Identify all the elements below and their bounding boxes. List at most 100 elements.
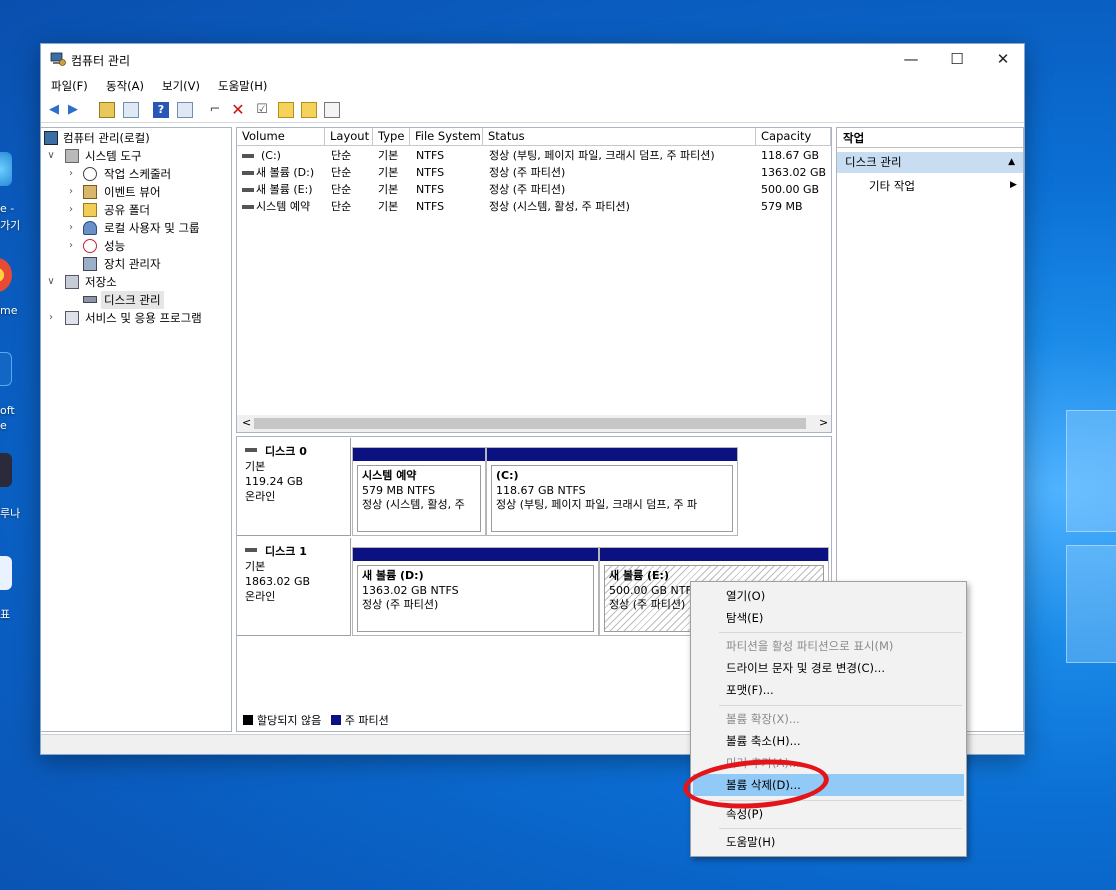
menu-item-format[interactable]: 포맷(F)... <box>693 679 964 701</box>
column-header-layout[interactable]: Layout <box>325 128 373 146</box>
desktop-icon-chrome[interactable] <box>0 258 12 292</box>
tree-item-label: 작업 스케줄러 <box>104 167 172 181</box>
disk-state: 온라인 <box>245 490 276 503</box>
volume-type: 기본 <box>378 200 399 213</box>
menu-item-change-drive-letter[interactable]: 드라이브 문자 및 경로 변경(C)... <box>693 657 964 679</box>
chevron-right-icon[interactable]: › <box>66 165 76 183</box>
up-folder-icon[interactable] <box>99 102 115 118</box>
menu-separator <box>719 632 962 633</box>
chevron-right-icon[interactable]: › <box>66 237 76 255</box>
column-header-type[interactable]: Type <box>373 128 410 146</box>
title-bar[interactable]: 컴퓨터 관리 — ☐ ✕ <box>41 44 1024 75</box>
partition-name: 새 볼륨 (D:) <box>362 569 424 582</box>
menu-item-explore[interactable]: 탐색(E) <box>693 607 964 629</box>
chevron-down-icon[interactable]: ∨ <box>46 147 56 165</box>
search-folder-icon[interactable] <box>301 102 317 118</box>
volume-row[interactable]: (C:) 단순 기본 NTFS 정상 (부팅, 페이지 파일, 크래시 덤프, … <box>237 147 831 164</box>
desktop-icon-file[interactable] <box>0 556 12 590</box>
desktop-icon-app[interactable] <box>0 453 12 487</box>
volume-layout: 단순 <box>331 166 352 179</box>
maximize-button[interactable]: ☐ <box>934 44 980 75</box>
performance-icon <box>83 239 97 253</box>
menu-action[interactable]: 동작(A) <box>106 78 144 94</box>
column-header-capacity[interactable]: Capacity <box>756 128 831 146</box>
disk-0-label[interactable]: 디스크 0 기본 119.24 GB 온라인 <box>237 438 351 536</box>
tree-root-label: 컴퓨터 관리(로컬) <box>63 131 150 145</box>
actions-more-label: 기타 작업 <box>869 179 915 193</box>
menu-separator <box>719 828 962 829</box>
drive-icon <box>242 154 254 158</box>
folder-up-icon[interactable] <box>278 102 294 118</box>
partition-status: 정상 (부팅, 페이지 파일, 크래시 덤프, 주 파 <box>496 498 698 511</box>
chevron-right-icon[interactable]: › <box>46 309 56 327</box>
column-header-file-system[interactable]: File System <box>410 128 483 146</box>
volume-capacity: 1363.02 GB <box>761 166 827 179</box>
back-arrow-icon[interactable]: ◀ <box>46 102 62 118</box>
chevron-right-icon[interactable]: › <box>66 201 76 219</box>
menu-item-open[interactable]: 열기(O) <box>693 585 964 607</box>
partition-size: 579 MB NTFS <box>362 483 436 497</box>
menu-file[interactable]: 파일(F) <box>51 78 88 94</box>
menu-item-extend-volume[interactable]: 볼륨 확장(X)... <box>693 708 964 730</box>
volume-capacity: 118.67 GB <box>761 149 820 162</box>
scrollbar-thumb[interactable] <box>254 418 806 429</box>
column-header-volume[interactable]: Volume <box>237 128 325 146</box>
properties-icon[interactable] <box>324 102 340 118</box>
volume-row[interactable]: 새 볼륨 (D:) 단순 기본 NTFS 정상 (주 파티션) 1363.02 … <box>237 164 831 181</box>
actions-section-disk-management[interactable]: 디스크 관리 ▲ <box>837 152 1023 173</box>
horizontal-scrollbar[interactable]: < > <box>237 415 831 432</box>
menu-view[interactable]: 보기(V) <box>162 78 200 94</box>
chevron-right-icon[interactable]: › <box>66 183 76 201</box>
delete-icon[interactable]: ✕ <box>230 102 246 118</box>
desktop-icon-label: e <box>0 419 7 432</box>
toolbar: ◀ ▶ ? ⌐ ✕ ☑ <box>41 97 1024 123</box>
help-icon[interactable]: ? <box>153 102 169 118</box>
menu-separator <box>719 705 962 706</box>
disk-icon <box>245 548 257 552</box>
windows-logo-pane <box>1066 410 1116 532</box>
partition-d[interactable]: 새 볼륨 (D:) 1363.02 GB NTFS 정상 (주 파티션) <box>352 547 599 636</box>
partition-name: 시스템 예약 <box>362 469 417 482</box>
disk-name: 디스크 1 <box>265 545 307 558</box>
drive-icon <box>242 171 254 175</box>
properties-view-icon[interactable] <box>177 102 193 118</box>
partition-system-reserved[interactable]: 시스템 예약 579 MB NTFS 정상 (시스템, 활성, 주 <box>352 447 486 536</box>
desktop-icon-office[interactable] <box>0 352 12 386</box>
volume-row[interactable]: 새 볼륨 (E:) 단순 기본 NTFS 정상 (주 파티션) 500.00 G… <box>237 181 831 198</box>
navigation-tree: 컴퓨터 관리(로컬) ∨ 시스템 도구 › 작업 스케줄러 › 이벤트 뷰어 ›… <box>41 127 232 732</box>
connect-icon[interactable]: ⌐ <box>207 102 223 118</box>
desktop-icon-edge[interactable] <box>0 152 12 186</box>
desktop-icon-label: 루나 <box>0 507 21 520</box>
tree-item-label: 장치 관리자 <box>104 257 161 271</box>
volume-capacity: 500.00 GB <box>761 183 820 196</box>
partition-body: (C:) 118.67 GB NTFS 정상 (부팅, 페이지 파일, 크래시 … <box>491 465 733 532</box>
menu-item-shrink-volume[interactable]: 볼륨 축소(H)... <box>693 730 964 752</box>
scroll-right-icon[interactable]: > <box>819 416 828 429</box>
close-button[interactable]: ✕ <box>980 44 1026 75</box>
chevron-right-icon[interactable]: › <box>66 219 76 237</box>
volume-layout: 단순 <box>331 200 352 213</box>
users-icon <box>83 221 97 235</box>
volume-name: 새 볼륨 (D:) <box>256 166 315 179</box>
chevron-down-icon[interactable]: ∨ <box>46 273 56 291</box>
volume-name: (C:) <box>261 149 281 162</box>
minimize-button[interactable]: — <box>888 44 934 75</box>
volume-row[interactable]: 시스템 예약 단순 기본 NTFS 정상 (시스템, 활성, 주 파티션) 57… <box>237 198 831 215</box>
check-icon[interactable]: ☑ <box>254 102 270 118</box>
partition-bar <box>353 548 598 561</box>
menu-item-mark-active[interactable]: 파티션을 활성 파티션으로 표시(M) <box>693 635 964 657</box>
column-header-status[interactable]: Status <box>483 128 756 146</box>
actions-more[interactable]: 기타 작업 <box>869 178 915 194</box>
menu-item-help[interactable]: 도움말(H) <box>693 831 964 853</box>
collapse-icon[interactable]: ▲ <box>1008 152 1015 173</box>
scroll-left-icon[interactable]: < <box>242 416 251 429</box>
tree-item-label: 성능 <box>104 239 126 253</box>
volume-type: 기본 <box>378 149 399 162</box>
forward-arrow-icon[interactable]: ▶ <box>65 102 81 118</box>
show-hide-tree-icon[interactable] <box>123 102 139 118</box>
disk-size: 1863.02 GB <box>245 575 311 588</box>
partition-c[interactable]: (C:) 118.67 GB NTFS 정상 (부팅, 페이지 파일, 크래시 … <box>486 447 738 536</box>
menu-help[interactable]: 도움말(H) <box>218 78 267 94</box>
disk-1-label[interactable]: 디스크 1 기본 1863.02 GB 온라인 <box>237 538 351 636</box>
disk-drive-icon <box>83 296 97 303</box>
